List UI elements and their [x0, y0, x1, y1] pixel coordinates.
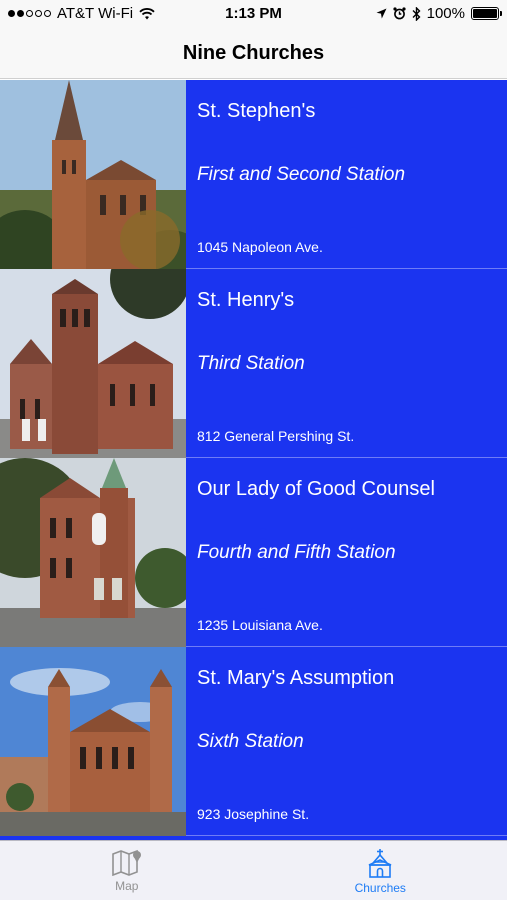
alarm-icon: [393, 7, 406, 20]
church-photo: [0, 458, 186, 647]
church-name: St. Henry's: [197, 289, 295, 311]
church-station: Fourth and Fifth Station: [197, 542, 396, 563]
church-info: St. Henry's Third Station 812 General Pe…: [197, 269, 499, 458]
church-photo: [0, 647, 186, 836]
church-photo: [0, 80, 186, 269]
tab-churches[interactable]: Churches: [254, 841, 507, 900]
church-address: 1235 Louisiana Ave.: [197, 617, 323, 633]
church-info: St. Mary's Assumption Sixth Station 923 …: [197, 647, 499, 836]
church-address: 1045 Napoleon Ave.: [197, 239, 323, 255]
church-name: Our Lady of Good Counsel: [197, 478, 435, 500]
church-info: St. Stephen's First and Second Station 1…: [197, 80, 499, 269]
church-name: St. Stephen's: [197, 100, 316, 122]
bluetooth-icon: [412, 6, 421, 21]
church-station: First and Second Station: [197, 164, 406, 185]
tab-map-label: Map: [115, 879, 139, 893]
church-address: 923 Josephine St.: [197, 806, 310, 822]
church-photo: [0, 269, 186, 458]
church-list[interactable]: St. Stephen's First and Second Station 1…: [0, 80, 507, 840]
battery-icon: [471, 7, 502, 20]
page-title: Nine Churches: [182, 41, 325, 64]
battery-level: [473, 9, 497, 18]
tab-churches-label: Churches: [354, 881, 406, 895]
navigation-bar: Nine Churches: [0, 28, 507, 79]
location-arrow-icon: [376, 8, 387, 19]
church-info: Our Lady of Good Counsel Fourth and Fift…: [197, 458, 499, 647]
church-row-st-henrys[interactable]: St. Henry's Third Station 812 General Pe…: [0, 269, 507, 458]
church-station: Third Station: [197, 353, 305, 374]
map-icon: [111, 849, 141, 876]
church-name: St. Mary's Assumption: [197, 667, 395, 689]
church-icon: [368, 849, 392, 878]
battery-percent: 100%: [426, 5, 465, 22]
status-right: 100%: [376, 5, 502, 22]
church-station: Sixth Station: [197, 731, 304, 752]
status-bar: AT&T Wi-Fi 1:13 PM 100%: [0, 0, 507, 28]
church-row-st-marys-assumption[interactable]: St. Mary's Assumption Sixth Station 923 …: [0, 647, 507, 836]
church-address: 812 General Pershing St.: [197, 428, 355, 444]
church-row-st-stephens[interactable]: St. Stephen's First and Second Station 1…: [0, 80, 507, 269]
church-row-our-lady-of-good-counsel[interactable]: Our Lady of Good Counsel Fourth and Fift…: [0, 458, 507, 647]
tab-map[interactable]: Map: [0, 841, 254, 900]
tab-bar: Map Churches: [0, 840, 507, 900]
app-screen: AT&T Wi-Fi 1:13 PM 100% Nine Churches St…: [0, 0, 507, 900]
